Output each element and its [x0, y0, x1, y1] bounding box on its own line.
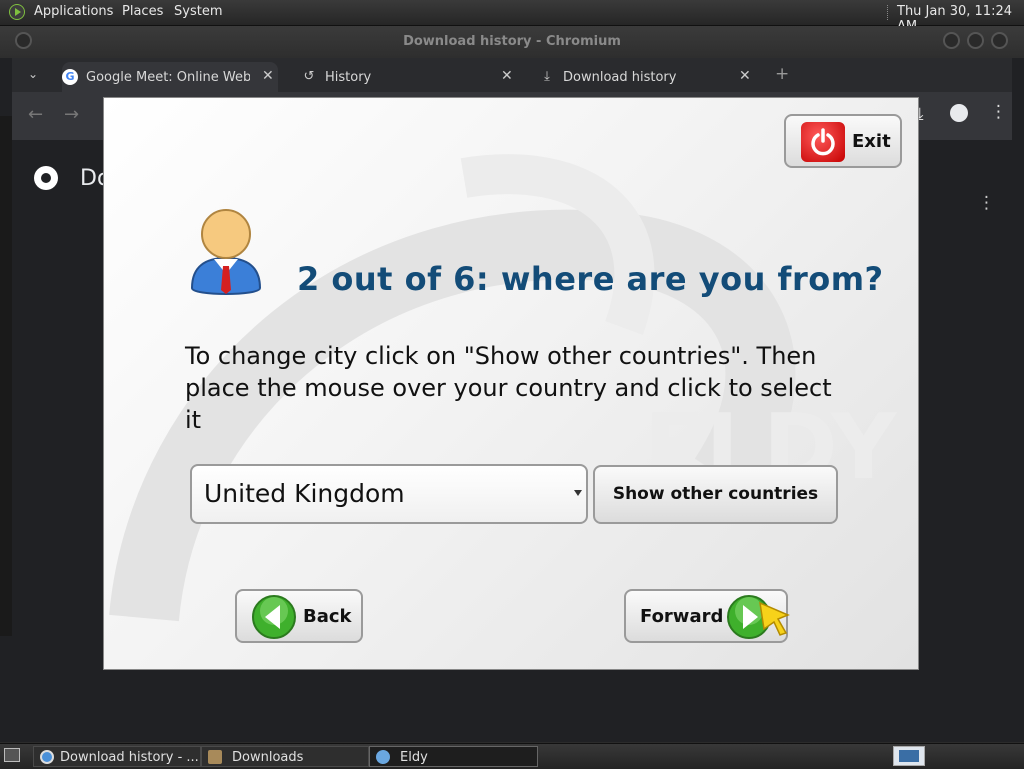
close-window-icon[interactable]	[991, 32, 1008, 49]
pointer-highlight-icon	[759, 601, 790, 636]
folder-icon	[208, 750, 222, 764]
chromium-logo-icon	[34, 166, 58, 190]
applications-icon[interactable]	[9, 4, 25, 20]
dropdown-arrow-icon	[574, 490, 582, 496]
tab-search-icon[interactable]: ⌄	[28, 67, 38, 81]
tab-label: Download history	[563, 70, 677, 85]
minimize-icon[interactable]	[943, 32, 960, 49]
tab-history[interactable]: ↺ History ✕	[301, 62, 513, 92]
forward-label: Forward	[640, 606, 724, 627]
menu-applications[interactable]: Applications	[34, 4, 113, 19]
workspace-switcher-icon[interactable]	[893, 746, 925, 766]
profile-icon[interactable]	[950, 104, 968, 122]
close-tab-icon[interactable]: ✕	[739, 68, 751, 84]
top-panel: Applications Places System Thu Jan 30, 1…	[0, 0, 1024, 34]
panel-separator	[887, 5, 890, 20]
show-desktop-icon[interactable]	[4, 748, 20, 762]
maximize-icon[interactable]	[967, 32, 984, 49]
taskbar-label: Download history - ...	[60, 750, 199, 765]
forward-nav-icon[interactable]: →	[64, 104, 79, 125]
back-nav-icon[interactable]: ←	[28, 104, 43, 125]
forward-button[interactable]: Forward	[624, 589, 790, 643]
instructions-text: To change city click on "Show other coun…	[185, 342, 832, 434]
taskbar-label: Eldy	[400, 750, 428, 765]
taskbar-item-downloads[interactable]: Downloads	[201, 746, 369, 767]
close-tab-icon[interactable]: ✕	[501, 68, 513, 84]
download-icon: ⤓	[544, 69, 550, 84]
country-value: United Kingdom	[204, 479, 405, 508]
show-other-countries-button[interactable]: Show other countries	[593, 465, 838, 524]
history-icon: ↺	[303, 69, 315, 84]
window-border	[0, 116, 12, 636]
chromium-icon	[40, 750, 54, 764]
user-avatar-icon	[190, 209, 262, 295]
exit-button[interactable]: Exit	[784, 114, 902, 168]
bottom-taskbar: Download history - ... Downloads Eldy	[0, 743, 1024, 769]
tab-label: Google Meet: Online Web an	[86, 70, 250, 85]
new-tab-icon[interactable]: +	[775, 64, 789, 84]
green-left-arrow-icon	[252, 595, 296, 639]
tab-google-meet[interactable]: G Google Meet: Online Web an ✕	[62, 62, 278, 92]
step-title: 2 out of 6: where are you from?	[297, 260, 884, 298]
window-title: Download history - Chromium	[403, 34, 621, 49]
downloads-menu-icon[interactable]: ⋮	[978, 193, 995, 213]
window-titlebar[interactable]: Download history - Chromium	[0, 26, 1024, 58]
show-other-countries-label: Show other countries	[612, 484, 819, 504]
eldy-dialog: ELDY Exit 2 out of 6: where are you from…	[103, 97, 919, 670]
taskbar-label: Downloads	[232, 750, 304, 765]
back-label: Back	[303, 606, 352, 627]
google-icon: G	[62, 69, 78, 85]
taskbar-item-eldy[interactable]: Eldy	[369, 746, 538, 767]
country-select[interactable]: United Kingdom	[190, 464, 588, 524]
tab-label: History	[325, 70, 372, 85]
menu-places[interactable]: Places	[122, 4, 163, 19]
exit-label: Exit	[852, 131, 891, 152]
power-icon	[801, 122, 845, 162]
menu-kebab-icon[interactable]: ⋮	[990, 102, 1007, 122]
menu-system[interactable]: System	[174, 4, 222, 19]
eldy-icon	[376, 750, 390, 764]
taskbar-item-chromium[interactable]: Download history - ...	[33, 746, 201, 767]
close-tab-icon[interactable]: ✕	[262, 68, 274, 84]
tab-strip: ⌄ G Google Meet: Online Web an ✕ ↺ Histo…	[12, 58, 1012, 92]
back-button[interactable]: Back	[235, 589, 363, 643]
tab-download-history[interactable]: ⤓ Download history ✕	[539, 62, 751, 92]
